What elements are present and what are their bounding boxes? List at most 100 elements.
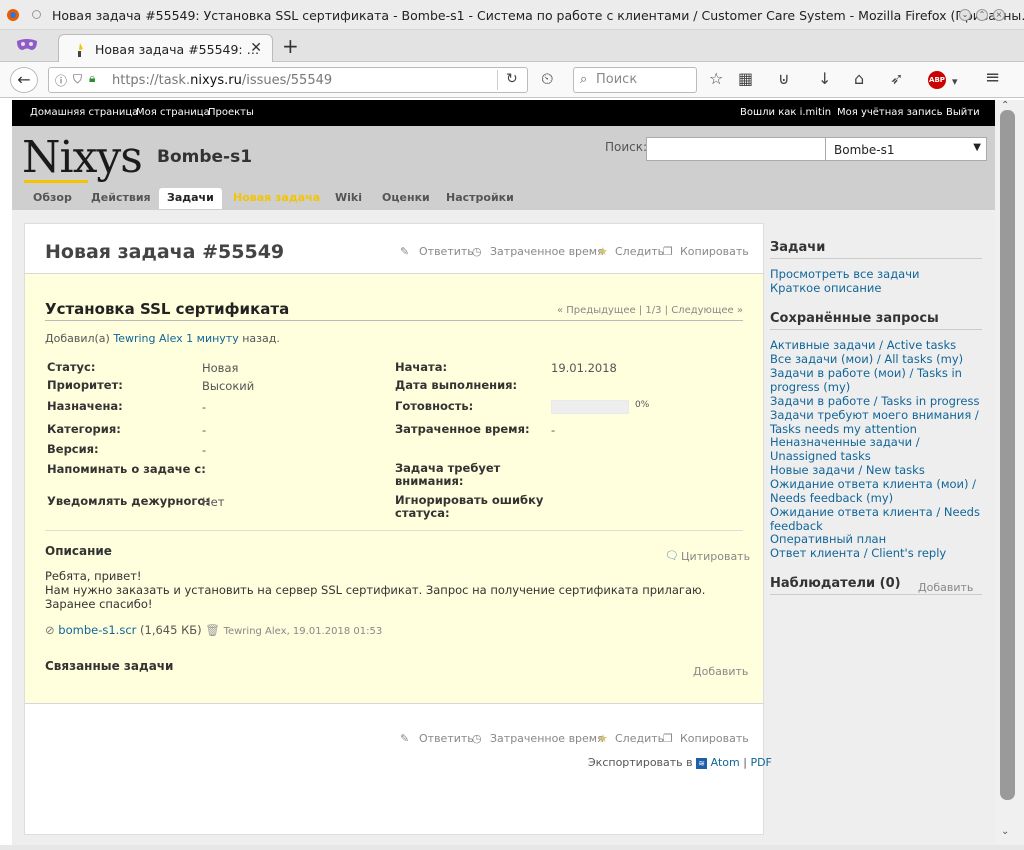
browser-search-placeholder: Поиск	[596, 72, 638, 87]
attributes-divider	[45, 530, 743, 531]
export-atom-link[interactable]: Atom	[711, 756, 740, 769]
download-icon[interactable]: ↓	[818, 70, 831, 88]
adblock-icon[interactable]: ABP	[928, 71, 946, 89]
library-icon[interactable]: ▦	[738, 70, 753, 88]
attachment-link[interactable]: bombe-s1.scr	[58, 623, 136, 637]
log-time-link-bottom[interactable]: Затраченное время	[490, 732, 604, 745]
tab-overview[interactable]: Обзор	[33, 191, 72, 204]
page-title: Новая задача #55549	[45, 241, 285, 263]
browser-tab[interactable]: Новая задача #55549: … ✕	[58, 34, 273, 62]
category-label: Категория:	[47, 422, 121, 436]
watchers-add-link[interactable]: Добавить	[918, 581, 973, 594]
author-link[interactable]: Tewring Alex	[113, 332, 182, 345]
reload-icon[interactable]: ↻	[506, 71, 518, 87]
sidebar-query[interactable]: Активные задачи / Active tasks	[770, 338, 982, 352]
send-icon[interactable]: ➶	[890, 70, 903, 88]
info-icon[interactable]: ⓘ	[55, 72, 67, 89]
new-tab-icon[interactable]: +	[282, 34, 299, 58]
log-time-link[interactable]: Затраченное время	[490, 245, 604, 258]
copy-icon: ❐	[663, 245, 673, 258]
sidebar-summary[interactable]: Краткое описание	[770, 281, 982, 295]
sidebar-query[interactable]: Новые задачи / New tasks	[770, 463, 982, 477]
sidebar-all-issues[interactable]: Просмотреть все задачи	[770, 267, 982, 281]
history-icon[interactable]: ⏲	[541, 70, 553, 88]
sidebar-queries-title: Сохранённые запросы	[770, 311, 939, 326]
status-value: Новая	[202, 361, 239, 375]
back-button[interactable]: ←	[10, 67, 38, 93]
url-domain: nixys.ru	[190, 73, 242, 88]
home-icon[interactable]: ⌂	[854, 70, 864, 88]
sidebar-query[interactable]: Оперативный план	[770, 532, 982, 546]
scrollbar-thumb[interactable]	[1000, 110, 1015, 800]
top-menu-account[interactable]: Моя учётная запись	[837, 107, 942, 118]
sidebar-query[interactable]: Ожидание ответа клиента (мои) / Needs fe…	[770, 477, 982, 505]
issue-subject: Установка SSL сертификата	[45, 300, 290, 318]
tab-wiki[interactable]: Wiki	[335, 191, 362, 204]
sidebar-query[interactable]: Задачи требуют моего внимания / Tasks ne…	[770, 408, 982, 436]
window-titlebar: Новая задача #55549: Установка SSL серти…	[0, 0, 1024, 30]
remind-label: Напоминать о задаче с:	[47, 462, 206, 476]
header-search-input[interactable]	[646, 137, 826, 161]
tab-bar: Новая задача #55549: … ✕ +	[0, 30, 1024, 62]
top-menu-mypage[interactable]: Моя страница	[136, 107, 210, 118]
copy-link[interactable]: Копировать	[680, 245, 749, 258]
description-line: Нам нужно заказать и установить на серве…	[45, 583, 706, 597]
minimize-icon[interactable]: ⌄	[959, 9, 971, 21]
priority-label: Приоритет:	[47, 378, 123, 392]
header-search-label: Поиск:	[605, 140, 648, 154]
watch-link[interactable]: Следить	[615, 245, 664, 258]
sidebar-query[interactable]: Все задачи (мои) / All tasks (my)	[770, 352, 982, 366]
project-select[interactable]: Bombe-s1 ▼	[825, 137, 987, 161]
sidebar-query[interactable]: Задачи в работе (мои) / Tasks in progres…	[770, 366, 982, 394]
time-ago-link[interactable]: 1 минуту	[186, 332, 239, 345]
sidebar-query[interactable]: Неназначенные задачи / Unassigned tasks	[770, 435, 982, 463]
done-progress-bar	[551, 400, 629, 414]
project-name: Bombe-s1	[157, 147, 253, 167]
ignore-label: Игнорировать ошибку статуса:	[395, 493, 544, 520]
tab-estimates[interactable]: Оценки	[382, 191, 430, 204]
trash-icon[interactable]: 🗑︎	[205, 623, 220, 637]
browser-search-input[interactable]: ⌕ Поиск	[573, 67, 697, 93]
copy-link-bottom[interactable]: Копировать	[680, 732, 749, 745]
spent-label: Затраченное время:	[395, 422, 530, 436]
category-value: -	[202, 423, 207, 437]
hamburger-menu-icon[interactable]: ≡	[985, 69, 1000, 87]
export-row: Экспортировать в ≋ Atom | PDF	[588, 756, 772, 769]
sidebar-query[interactable]: Ожидание ответа клиента / Needs feedback	[770, 505, 982, 533]
description-line: Ребята, привет!	[45, 569, 142, 583]
pocket-icon[interactable]: ⊍	[778, 70, 790, 88]
url-divider	[497, 70, 498, 90]
tab-issues[interactable]: Задачи	[159, 188, 222, 209]
reply-link-bottom[interactable]: Ответить	[419, 732, 474, 745]
close-tab-icon[interactable]: ✕	[250, 40, 262, 56]
issue-pager[interactable]: « Предыдущее | 1/3 | Следующее »	[557, 305, 743, 316]
attention-label: Задача требует внимания:	[395, 461, 501, 488]
paperclip-icon: ⊘	[45, 623, 55, 637]
url-bar[interactable]: ⓘ ⛉ 🔒︎ https://task.nixys.ru/issues/5554…	[48, 67, 528, 93]
clock-icon: ◷	[472, 732, 482, 745]
attachment-size: (1,645 КБ)	[140, 623, 202, 637]
quote-link[interactable]: Цитировать	[681, 550, 750, 563]
issue-details: Установка SSL сертификата « Предыдущее |…	[25, 273, 763, 704]
top-menu-home[interactable]: Домашняя страница	[30, 107, 138, 118]
watch-link-bottom[interactable]: Следить	[615, 732, 664, 745]
tab-new-issue[interactable]: Новая задача	[233, 191, 320, 204]
top-menu-logout[interactable]: Выйти	[946, 107, 980, 118]
sidebar-query[interactable]: Задачи в работе / Tasks in progress	[770, 394, 982, 408]
due-label: Дата выполнения:	[395, 378, 518, 392]
scroll-down-icon[interactable]: ⌄	[1001, 826, 1009, 837]
bookmark-star-icon[interactable]: ☆	[709, 70, 723, 88]
related-add-link[interactable]: Добавить	[693, 665, 748, 678]
close-window-icon[interactable]: ×	[993, 9, 1005, 21]
sidebar-query[interactable]: Ответ клиента / Client's reply	[770, 546, 982, 560]
chevron-down-icon[interactable]: ▾	[952, 73, 958, 91]
window-menu-icon[interactable]	[32, 10, 41, 19]
reply-link[interactable]: Ответить	[419, 245, 474, 258]
tab-settings[interactable]: Настройки	[446, 191, 514, 204]
tab-activity[interactable]: Действия	[91, 191, 151, 204]
pencil-icon: ✎	[400, 245, 410, 258]
maximize-icon[interactable]: ⌃	[976, 9, 988, 21]
top-menu-projects[interactable]: Проекты	[208, 107, 254, 118]
shield-icon[interactable]: ⛉	[73, 72, 82, 87]
lock-icon[interactable]: 🔒︎	[89, 71, 95, 86]
